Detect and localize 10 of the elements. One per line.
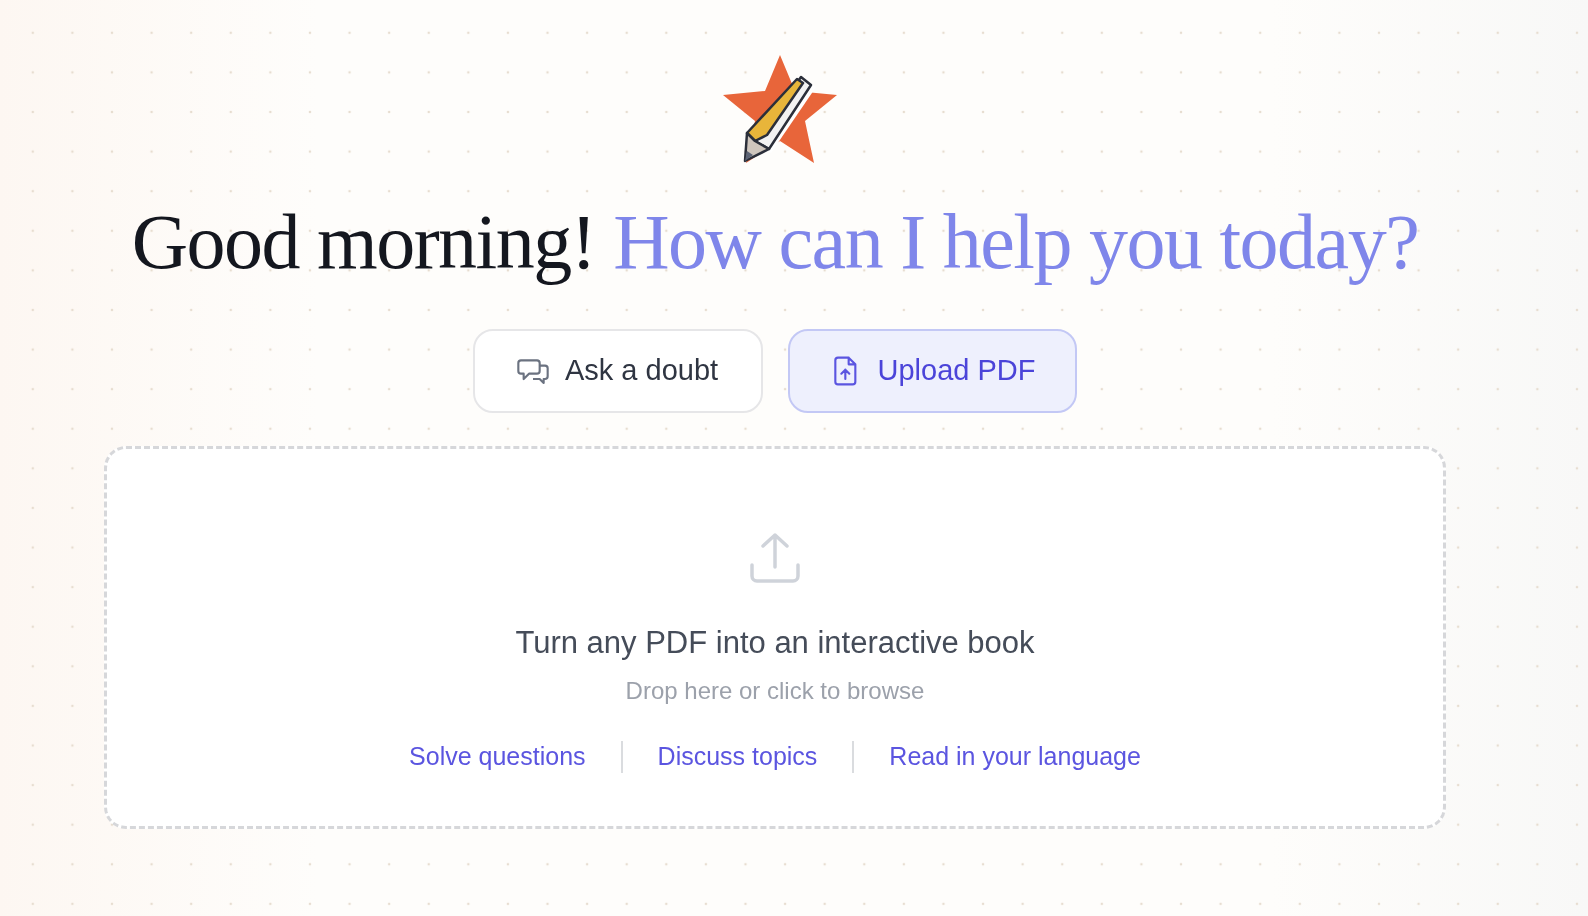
feature-text: Read in your language: [889, 742, 1141, 772]
upload-dropzone[interactable]: Turn any PDF into an interactive book Drop here or click to browse Solve questions Discuss topics Read in your language: [104, 445, 1446, 829]
dropzone-title: Turn any PDF into an interactive book: [515, 624, 1035, 661]
mode-button[interactable]: Ask a doubt: [472, 328, 763, 413]
feature-text: Discuss topics: [657, 742, 818, 772]
feature-text: Solve questions: [409, 742, 586, 772]
greeting-text: Good morning!: [131, 198, 596, 285]
prompt-text: How can I help you today?: [613, 198, 1419, 285]
dropzone-hint: Drop here or click to browse: [625, 676, 925, 705]
mode-button[interactable]: Upload PDF: [787, 328, 1078, 413]
